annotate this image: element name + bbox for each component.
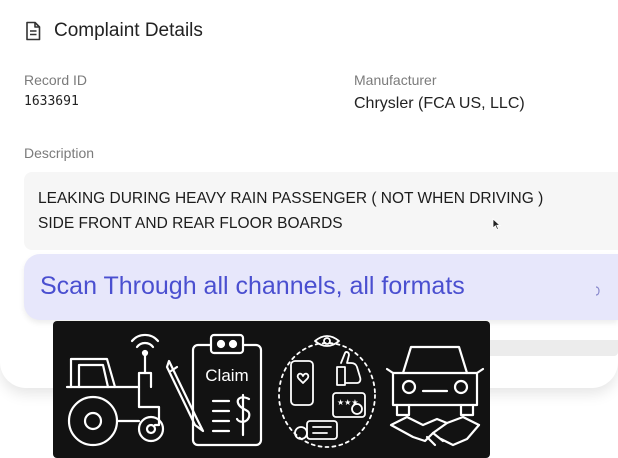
claim-form-label: Claim [205,366,248,385]
manufacturer-value: Chrysler (FCA US, LLC) [354,95,525,112]
record-id-label: Record ID [24,72,88,88]
svg-text:★★★: ★★★ [337,398,359,407]
promo-banner[interactable]: Scan Through all channels, all formats [24,254,618,320]
eye-icon[interactable] [592,283,600,301]
description-label: Description [24,145,95,161]
record-id-value: 1633691 [24,94,79,109]
description-box: LEAKING DURING HEAVY RAIN PASSENGER ( NO… [24,172,618,250]
description-text: LEAKING DURING HEAVY RAIN PASSENGER ( NO… [38,190,544,232]
card-header: Complaint Details [24,20,203,42]
tractor-icon [65,333,165,447]
mouse-cursor-icon [492,218,502,236]
social-feedback-icon: ★★★ [278,335,376,448]
manufacturer-label: Manufacturer [354,72,437,88]
claim-form-icon: Claim [165,333,263,447]
document-icon [24,21,42,41]
banner-text: Scan Through all channels, all formats [40,272,465,300]
page-title: Complaint Details [54,20,203,41]
channels-illustration: Claim ★★★ [53,321,490,458]
car-handshake-icon [385,345,485,447]
